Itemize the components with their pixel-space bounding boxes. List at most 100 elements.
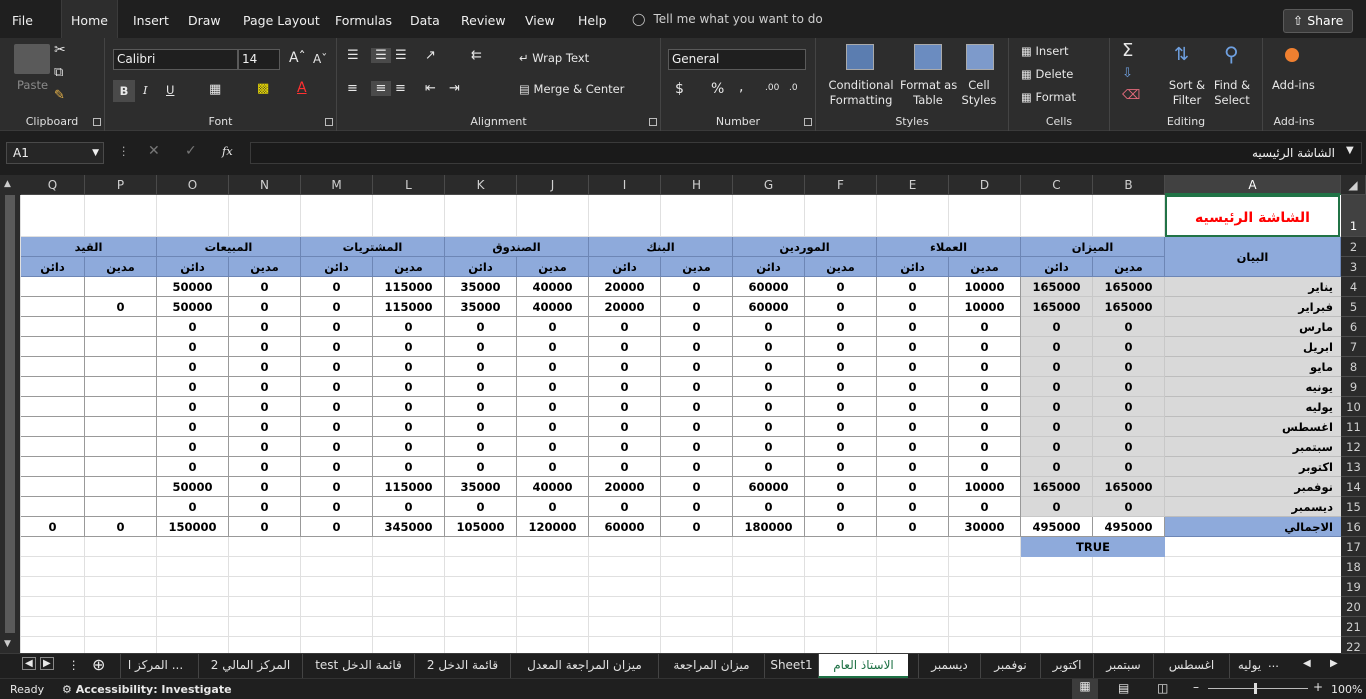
total-cell[interactable]: 120000 bbox=[517, 517, 589, 537]
row-header-6[interactable]: 6 bbox=[1341, 317, 1366, 337]
scroll-down-icon[interactable]: ▼ bbox=[4, 639, 11, 649]
total-cell[interactable]: 0 bbox=[85, 517, 157, 537]
data-cell[interactable]: 0 bbox=[949, 457, 1021, 477]
column-header-m[interactable]: M bbox=[301, 175, 373, 195]
data-cell[interactable]: 0 bbox=[373, 437, 445, 457]
name-box[interactable]: A1 ▼ bbox=[6, 142, 104, 164]
italic-button[interactable]: I bbox=[143, 83, 148, 97]
data-cell[interactable]: 10000 bbox=[949, 297, 1021, 317]
zoom-in-icon[interactable]: + bbox=[1313, 680, 1323, 694]
sheet-tab[interactable]: المركز المالي 2 bbox=[198, 654, 302, 678]
row-header-18[interactable]: 18 bbox=[1341, 557, 1366, 577]
fill-icon[interactable]: ⇩ bbox=[1122, 66, 1133, 81]
data-cell[interactable]: 0 bbox=[589, 437, 661, 457]
data-cell[interactable]: 0 bbox=[661, 477, 733, 497]
merge-center-button[interactable]: ▤ Merge & Center bbox=[519, 82, 624, 96]
data-cell[interactable]: 0 bbox=[229, 417, 301, 437]
data-cell[interactable]: 0 bbox=[445, 497, 517, 517]
row-header-8[interactable]: 8 bbox=[1341, 357, 1366, 377]
row-header-7[interactable]: 7 bbox=[1341, 337, 1366, 357]
data-cell[interactable]: 0 bbox=[733, 377, 805, 397]
tab-insert[interactable]: Insert bbox=[133, 0, 169, 38]
data-cell[interactable]: 0 bbox=[805, 277, 877, 297]
data-cell[interactable]: 0 bbox=[445, 417, 517, 437]
data-cell[interactable]: 0 bbox=[949, 357, 1021, 377]
data-cell[interactable]: 0 bbox=[733, 397, 805, 417]
data-cell[interactable]: 0 bbox=[517, 497, 589, 517]
data-cell[interactable]: 0 bbox=[733, 337, 805, 357]
data-cell[interactable]: 0 bbox=[661, 377, 733, 397]
cancel-icon[interactable]: ✕ bbox=[148, 143, 160, 159]
data-cell[interactable] bbox=[21, 437, 85, 457]
tabs-options-icon[interactable]: ⋮ bbox=[68, 658, 80, 672]
data-cell[interactable]: 165000 bbox=[1093, 477, 1165, 497]
data-cell[interactable]: 0 bbox=[517, 377, 589, 397]
total-cell[interactable]: 0 bbox=[229, 517, 301, 537]
total-cell[interactable]: 345000 bbox=[373, 517, 445, 537]
data-cell[interactable] bbox=[21, 277, 85, 297]
data-cell[interactable]: 165000 bbox=[1093, 277, 1165, 297]
data-cell[interactable]: 0 bbox=[301, 477, 373, 497]
data-cell[interactable] bbox=[85, 437, 157, 457]
sheet-tab[interactable]: ... المركز ا bbox=[120, 654, 190, 678]
data-cell[interactable]: 0 bbox=[373, 397, 445, 417]
data-cell[interactable]: 0 bbox=[445, 437, 517, 457]
data-cell[interactable]: 0 bbox=[877, 337, 949, 357]
column-header-c[interactable]: C bbox=[1021, 175, 1093, 195]
total-cell[interactable]: 0 bbox=[877, 517, 949, 537]
data-cell[interactable]: 0 bbox=[949, 397, 1021, 417]
select-all-corner[interactable]: ◢ bbox=[1341, 175, 1366, 195]
data-cell[interactable] bbox=[85, 457, 157, 477]
data-cell[interactable]: 50000 bbox=[157, 297, 229, 317]
data-cell[interactable]: 40000 bbox=[517, 477, 589, 497]
align-center-icon[interactable]: ≡ bbox=[371, 81, 391, 96]
data-cell[interactable]: 20000 bbox=[589, 477, 661, 497]
underline-button[interactable]: U bbox=[166, 83, 174, 97]
month-label-cell[interactable]: يونيه bbox=[1165, 377, 1341, 397]
data-cell[interactable]: 0 bbox=[373, 457, 445, 477]
debit-header-cell[interactable]: مدين bbox=[1093, 257, 1165, 277]
row-header-9[interactable]: 9 bbox=[1341, 377, 1366, 397]
data-cell[interactable]: 0 bbox=[949, 417, 1021, 437]
increase-font-icon[interactable]: Aˆ bbox=[289, 50, 306, 66]
data-cell[interactable]: 0 bbox=[1021, 497, 1093, 517]
data-cell[interactable]: 0 bbox=[1093, 377, 1165, 397]
data-cell[interactable]: 0 bbox=[517, 397, 589, 417]
data-cell[interactable] bbox=[85, 357, 157, 377]
data-cell[interactable]: 0 bbox=[229, 277, 301, 297]
data-cell[interactable]: 0 bbox=[805, 417, 877, 437]
data-cell[interactable]: 0 bbox=[949, 377, 1021, 397]
column-header-d[interactable]: D bbox=[949, 175, 1021, 195]
row-header-11[interactable]: 11 bbox=[1341, 417, 1366, 437]
credit-header-cell[interactable]: دائن bbox=[733, 257, 805, 277]
data-cell[interactable]: 0 bbox=[661, 497, 733, 517]
data-cell[interactable]: 0 bbox=[877, 437, 949, 457]
data-cell[interactable] bbox=[21, 457, 85, 477]
data-cell[interactable]: 0 bbox=[301, 397, 373, 417]
alignment-launcher-icon[interactable] bbox=[649, 118, 657, 126]
column-header-n[interactable]: N bbox=[229, 175, 301, 195]
data-cell[interactable]: 0 bbox=[661, 317, 733, 337]
data-cell[interactable]: 0 bbox=[85, 297, 157, 317]
data-cell[interactable]: 165000 bbox=[1093, 297, 1165, 317]
data-cell[interactable] bbox=[21, 337, 85, 357]
data-cell[interactable]: 0 bbox=[661, 357, 733, 377]
normal-view-icon[interactable]: ▦ bbox=[1072, 679, 1098, 699]
data-cell[interactable]: 0 bbox=[661, 417, 733, 437]
data-cell[interactable]: 0 bbox=[877, 277, 949, 297]
data-cell[interactable]: 0 bbox=[805, 497, 877, 517]
data-cell[interactable]: 0 bbox=[589, 337, 661, 357]
scroll-up-icon[interactable]: ▲ bbox=[4, 179, 11, 189]
month-label-cell[interactable]: سبتمبر bbox=[1165, 437, 1341, 457]
more-tabs-left[interactable]: ... bbox=[1268, 656, 1279, 670]
data-cell[interactable]: 0 bbox=[805, 477, 877, 497]
fill-color-icon[interactable]: ▩ bbox=[257, 81, 269, 96]
tell-me-search[interactable]: ◯ Tell me what you want to do bbox=[632, 12, 823, 26]
row-header-22[interactable]: 22 bbox=[1341, 637, 1366, 653]
month-label-cell[interactable]: مايو bbox=[1165, 357, 1341, 377]
format-as-table-icon[interactable] bbox=[914, 44, 942, 70]
title-cell[interactable]: الشاشة الرئيسيه bbox=[1165, 195, 1340, 237]
tab-review[interactable]: Review bbox=[461, 0, 506, 38]
column-header-i[interactable]: I bbox=[589, 175, 661, 195]
zoom-out-icon[interactable]: – bbox=[1193, 680, 1199, 694]
